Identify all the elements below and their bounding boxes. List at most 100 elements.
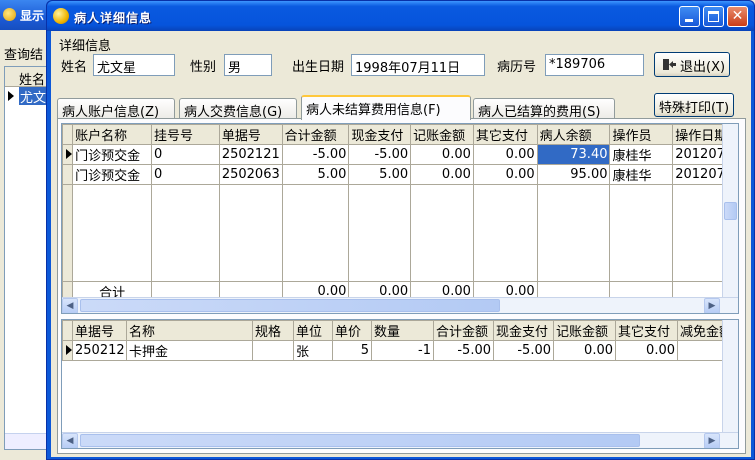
vscroll-thumb[interactable]: [724, 202, 737, 220]
scroll-right-icon[interactable]: ▶: [704, 433, 720, 448]
cell[interactable]: 2502121: [218, 144, 283, 165]
fee-detail-grid[interactable]: 单据号 名称 规格 单位 单价 数量 合计金额 现金支付 记账金额 其它支付 减…: [61, 319, 739, 449]
record-field[interactable]: *189706: [545, 54, 644, 76]
bottom-grid-vscrollbar[interactable]: [722, 320, 738, 432]
column-header[interactable]: 名称: [126, 320, 253, 341]
background-grid-header: 姓名: [19, 73, 46, 88]
dialog-title: 病人详细信息: [74, 11, 153, 25]
row-indicator-icon: [8, 91, 14, 101]
gender-label: 性别: [190, 60, 217, 75]
column-header[interactable]: 规格: [252, 320, 294, 341]
grid-header-row: 单据号 名称 规格 单位 单价 数量 合计金额 现金支付 记账金额 其它支付 减…: [62, 320, 733, 341]
dialog-titlebar[interactable]: 病人详细信息 ✕: [47, 1, 754, 31]
cell[interactable]: 0.00: [472, 164, 538, 185]
cell[interactable]: -5.00: [281, 144, 350, 165]
close-button[interactable]: ✕: [727, 6, 748, 27]
details-group-label: 详细信息: [59, 39, 112, 54]
column-header[interactable]: 单价: [332, 320, 372, 341]
current-row-icon: [66, 345, 72, 355]
dob-label: 出生日期: [292, 60, 345, 75]
column-header[interactable]: 记账金额: [553, 320, 616, 341]
cell[interactable]: 张: [293, 340, 333, 361]
cell[interactable]: 0.00: [553, 340, 616, 361]
column-header[interactable]: 挂号号: [151, 124, 220, 145]
table-row[interactable]: 门诊预交金 0 2502063 5.00 5.00 0.00 0.00 95.0…: [62, 164, 732, 185]
name-label: 姓名: [61, 60, 88, 75]
current-row-icon: [66, 149, 72, 159]
cell[interactable]: -5.00: [493, 340, 554, 361]
cell[interactable]: 0.00: [410, 164, 474, 185]
exit-button[interactable]: 退出(X): [654, 52, 730, 77]
column-header[interactable]: 病人余额: [536, 124, 611, 145]
app-icon: [3, 8, 16, 21]
column-header[interactable]: 现金支付: [348, 124, 412, 145]
column-header[interactable]: 其它支付: [615, 320, 678, 341]
cell[interactable]: 康桂华: [609, 144, 674, 165]
top-grid-hscrollbar[interactable]: ◀ ▶: [62, 297, 738, 313]
column-header[interactable]: 数量: [371, 320, 434, 341]
hscroll-thumb[interactable]: [80, 299, 500, 312]
app-icon: [53, 8, 69, 24]
top-grid-vscrollbar[interactable]: [722, 124, 738, 297]
cell[interactable]: -5.00: [433, 340, 494, 361]
patient-detail-dialog: 病人详细信息 ✕ 详细信息 姓名 尤文星 性别 男 出生日期 1998年07月1…: [46, 0, 755, 460]
column-header[interactable]: 单据号: [218, 124, 283, 145]
name-field[interactable]: 尤文星: [93, 54, 175, 76]
query-label: 查询结: [4, 48, 44, 63]
cell[interactable]: [252, 340, 294, 361]
cell[interactable]: 2502121: [72, 340, 127, 361]
cell[interactable]: 门诊预交金: [72, 144, 153, 165]
cell[interactable]: 0.00: [410, 144, 474, 165]
column-header[interactable]: 合计金额: [281, 124, 350, 145]
close-icon: ✕: [731, 8, 744, 24]
column-header[interactable]: 单据号: [72, 320, 127, 341]
cell[interactable]: 5: [332, 340, 372, 361]
cell[interactable]: -1: [371, 340, 434, 361]
background-title: 显示: [20, 9, 45, 23]
bottom-grid-hscrollbar[interactable]: ◀ ▶: [62, 432, 738, 448]
special-print-button[interactable]: 特殊打印(T): [654, 93, 734, 117]
tab-account-info[interactable]: 病人账户信息(Z): [57, 98, 175, 120]
column-header[interactable]: 记账金额: [410, 124, 474, 145]
cell[interactable]: 0.00: [472, 144, 538, 165]
cell[interactable]: 0: [151, 144, 220, 165]
column-header[interactable]: 其它支付: [472, 124, 538, 145]
cell[interactable]: 康桂华: [609, 164, 674, 185]
dob-field[interactable]: 1998年07月11日: [351, 54, 485, 76]
cell[interactable]: 5.00: [348, 164, 412, 185]
exit-door-icon: [663, 59, 676, 70]
column-header[interactable]: 操作员: [609, 124, 674, 145]
maximize-button[interactable]: [703, 6, 724, 27]
column-header[interactable]: 合计金额: [433, 320, 494, 341]
minimize-button[interactable]: [679, 6, 700, 27]
dialog-client: 详细信息 姓名 尤文星 性别 男 出生日期 1998年07月11日 病历号 *1…: [51, 31, 751, 457]
cell[interactable]: 5.00: [281, 164, 350, 185]
table-row[interactable]: 2502121 卡押金 张 5 -1 -5.00 -5.00 0.00 0.00…: [62, 340, 733, 361]
column-header[interactable]: 单位: [293, 320, 333, 341]
cell[interactable]: 0: [151, 164, 220, 185]
tab-payment-info[interactable]: 病人交费信息(G): [179, 98, 297, 120]
unsettled-summary-grid[interactable]: 账户名称 挂号号 单据号 合计金额 现金支付 记账金额 其它支付 病人余额 操作…: [61, 123, 739, 314]
cell[interactable]: 门诊预交金: [72, 164, 153, 185]
cell[interactable]: 0.00: [615, 340, 678, 361]
table-row[interactable]: 门诊预交金 0 2502121 -5.00 -5.00 0.00 0.00 73…: [62, 144, 732, 165]
empty-grid-area: [62, 184, 732, 282]
tab-strip: 病人账户信息(Z) 病人交费信息(G) 病人未结算费用信息(F) 病人已结算的费…: [57, 95, 657, 120]
cell[interactable]: -5.00: [348, 144, 412, 165]
cell[interactable]: 卡押金: [126, 340, 253, 361]
tab-settled-fees[interactable]: 病人已结算的费用(S): [473, 98, 615, 120]
cell[interactable]: 95.00: [536, 164, 611, 185]
exit-button-label: 退出(X): [680, 60, 726, 75]
selected-cell[interactable]: 73.40: [536, 144, 611, 165]
cell[interactable]: 2502063: [218, 164, 283, 185]
tab-unsettled-fees[interactable]: 病人未结算费用信息(F): [301, 95, 471, 120]
record-label: 病历号: [497, 60, 537, 75]
tab-page-unsettled: 账户名称 挂号号 单据号 合计金额 现金支付 记账金额 其它支付 病人余额 操作…: [57, 118, 746, 454]
hscroll-thumb[interactable]: [80, 434, 640, 447]
scroll-left-icon[interactable]: ◀: [62, 433, 78, 448]
scroll-left-icon[interactable]: ◀: [62, 298, 78, 313]
gender-field[interactable]: 男: [224, 54, 272, 76]
scroll-right-icon[interactable]: ▶: [704, 298, 720, 313]
column-header[interactable]: 账户名称: [72, 124, 153, 145]
column-header[interactable]: 现金支付: [493, 320, 554, 341]
